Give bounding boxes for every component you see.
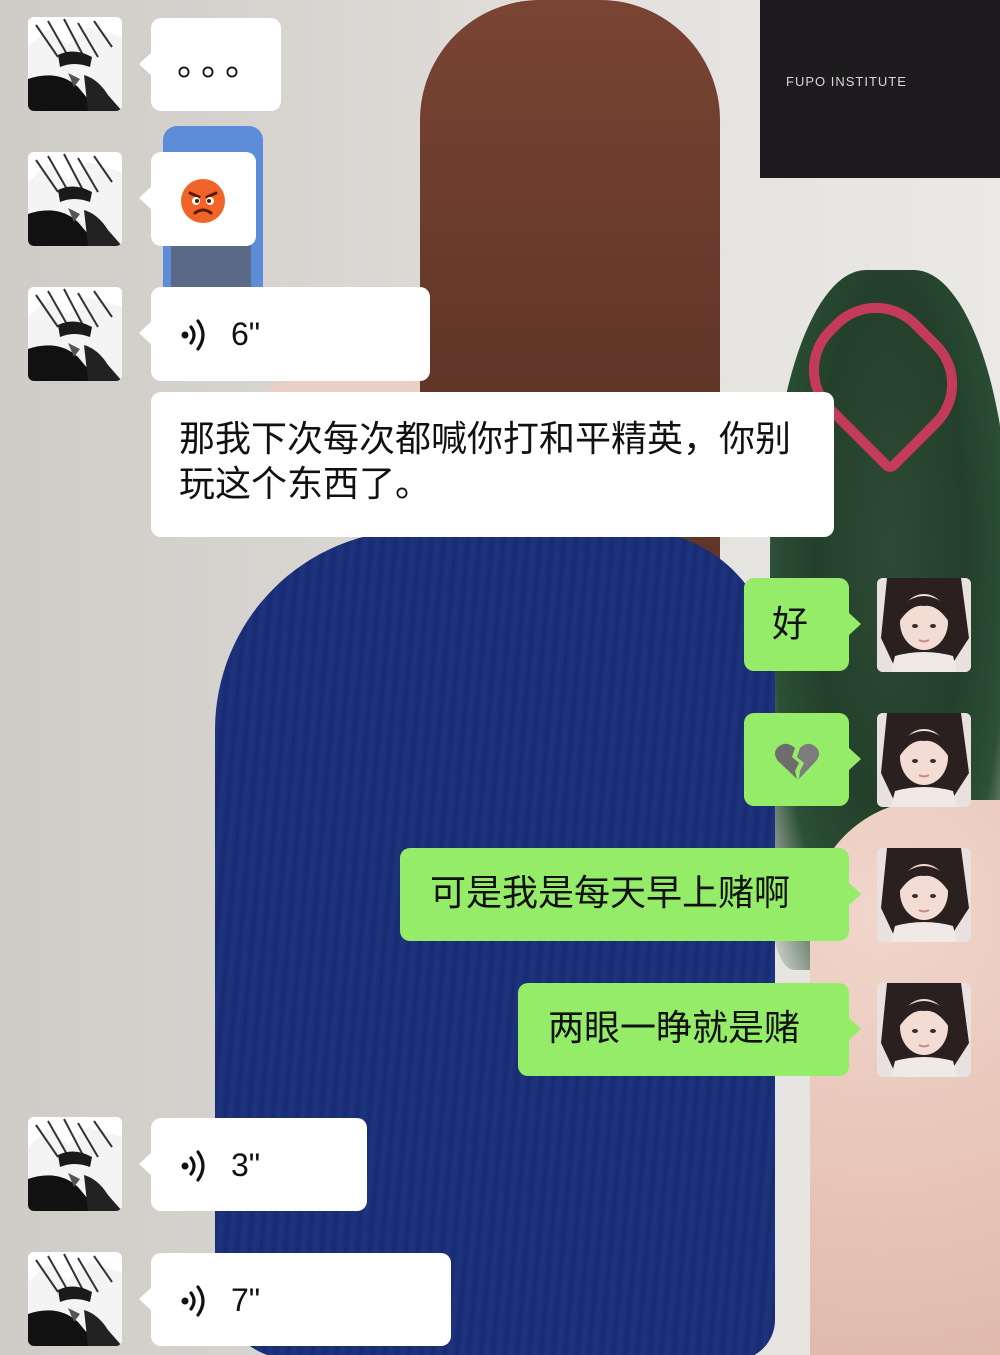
- text-bubble[interactable]: 两眼一睁就是赌: [518, 983, 861, 1076]
- user-avatar[interactable]: [877, 983, 971, 1077]
- message-text: 可是我是每天早上赌啊: [430, 873, 791, 914]
- anime-avatar-icon: [28, 1117, 122, 1211]
- message-text: 。。。: [177, 43, 268, 84]
- contact-avatar[interactable]: [28, 1252, 122, 1346]
- wall-sign: FUPO INSTITUTE: [760, 0, 1000, 178]
- contact-avatar[interactable]: [28, 287, 122, 381]
- emoji-bubble[interactable]: [139, 152, 256, 246]
- voice-wave-icon: [181, 1285, 205, 1317]
- wall-sign-text: FUPO INSTITUTE: [786, 74, 907, 89]
- text-bubble[interactable]: 好: [744, 578, 861, 671]
- anime-avatar-icon: [28, 287, 122, 381]
- voice-duration: 6": [231, 316, 261, 352]
- girl-avatar-icon: [877, 578, 971, 672]
- text-bubble[interactable]: 可是我是每天早上赌啊: [400, 848, 861, 941]
- voice-duration: 3": [231, 1147, 261, 1183]
- user-avatar[interactable]: [877, 578, 971, 672]
- message-text: 那我下次每次都喊你打和平精英，你别玩这个东西了。: [179, 419, 792, 505]
- voice-wave-icon: [181, 319, 205, 351]
- user-avatar[interactable]: [877, 848, 971, 942]
- voice-message-bubble[interactable]: 6": [139, 287, 430, 381]
- contact-avatar[interactable]: [28, 152, 122, 246]
- girl-avatar-icon: [877, 983, 971, 1077]
- contact-avatar[interactable]: [28, 1117, 122, 1211]
- anime-avatar-icon: [28, 17, 122, 111]
- anime-avatar-icon: [28, 1252, 122, 1346]
- anime-avatar-icon: [28, 152, 122, 246]
- angry-face-icon: [181, 179, 225, 223]
- girl-avatar-icon: [877, 713, 971, 807]
- girl-avatar-icon: [877, 848, 971, 942]
- user-avatar[interactable]: [877, 713, 971, 807]
- text-bubble[interactable]: 。。。: [139, 18, 281, 111]
- voice-duration: 7": [231, 1282, 261, 1318]
- text-bubble[interactable]: 那我下次每次都喊你打和平精英，你别玩这个东西了。: [151, 392, 834, 537]
- message-text: 好: [772, 604, 809, 645]
- voice-wave-icon: [181, 1150, 205, 1182]
- contact-avatar[interactable]: [28, 17, 122, 111]
- voice-message-bubble[interactable]: 3": [139, 1118, 367, 1211]
- emoji-bubble[interactable]: [744, 713, 861, 806]
- sweater: [215, 530, 775, 1355]
- message-text: 两眼一睁就是赌: [548, 1008, 801, 1049]
- voice-message-bubble[interactable]: 7": [139, 1253, 451, 1346]
- broken-heart-icon: [775, 743, 819, 779]
